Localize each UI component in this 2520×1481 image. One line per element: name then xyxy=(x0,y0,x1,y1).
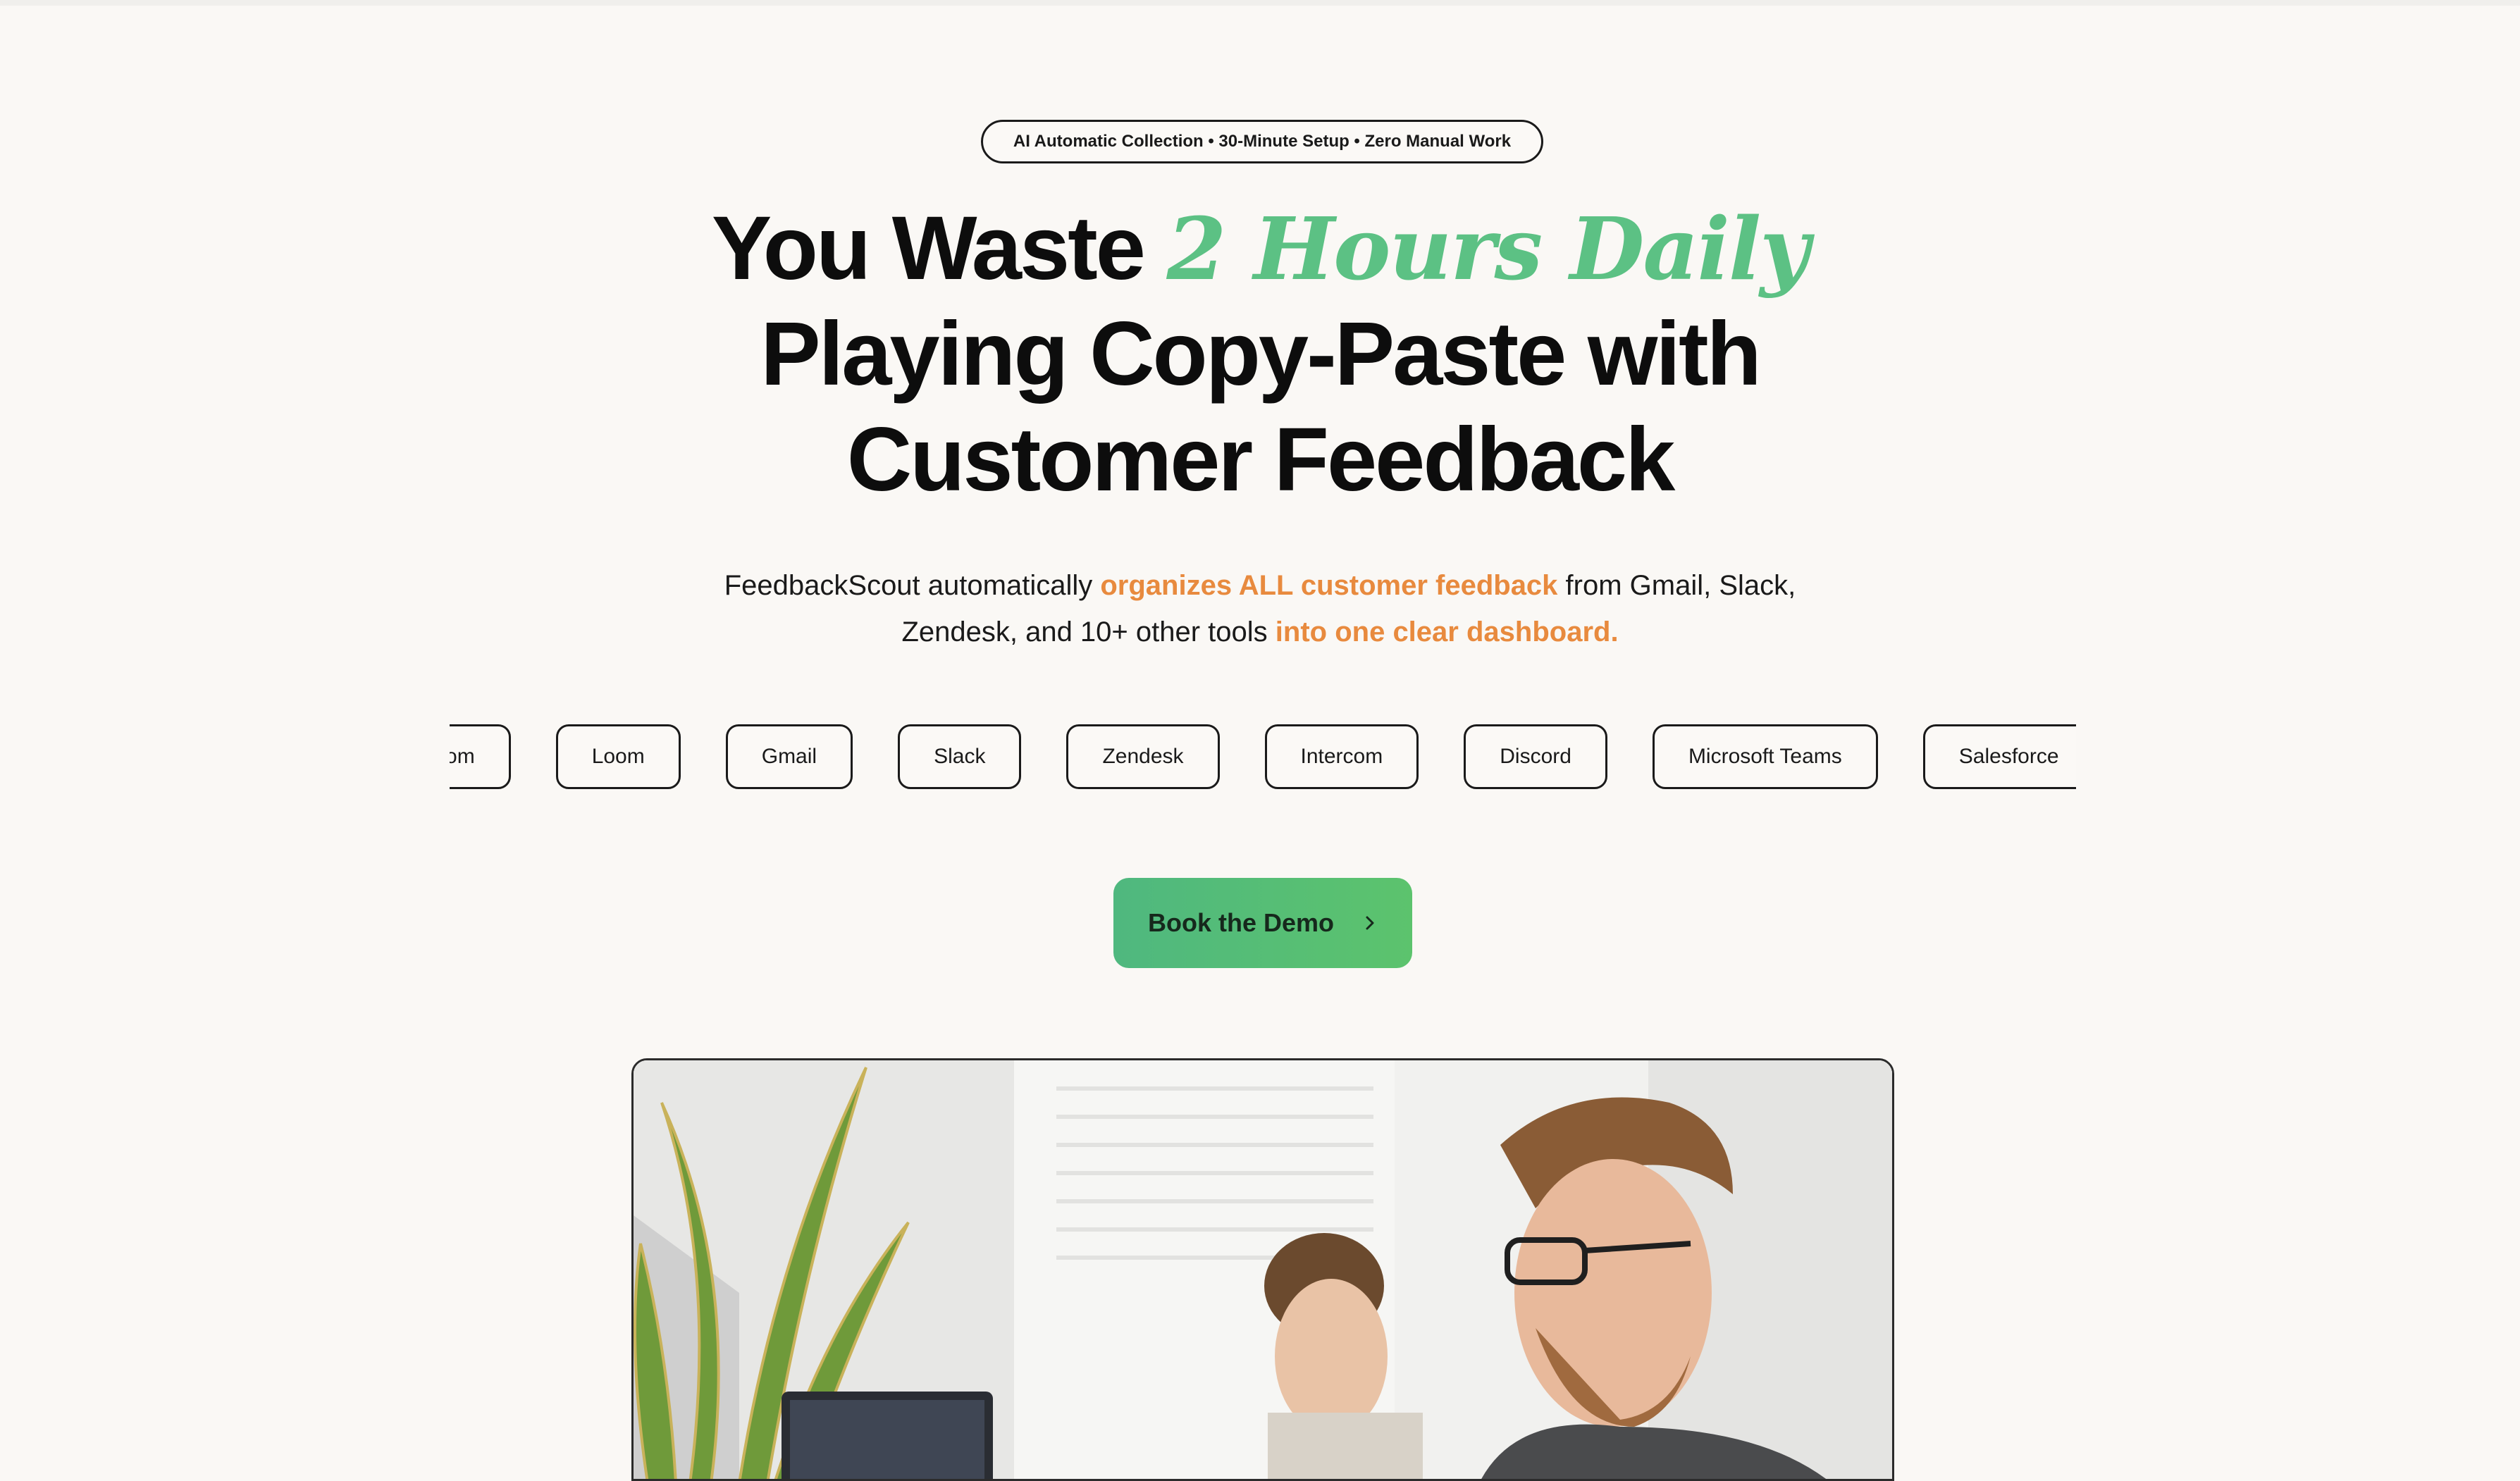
tool-chip-microsoft-teams[interactable]: Microsoft Teams xyxy=(1652,724,1878,789)
chevron-right-icon xyxy=(1362,915,1378,931)
subtitle-highlight-1: organizes ALL customer feedback xyxy=(1100,570,1558,601)
headline-line3: Customer Feedback xyxy=(846,409,1675,510)
subtitle-highlight-2: into one clear dashboard. xyxy=(1275,616,1619,647)
tool-chip-discord[interactable]: Discord xyxy=(1464,724,1607,789)
headline-accent: 2 Hours Daily xyxy=(1166,198,1810,299)
headline-line2: Playing Copy-Paste with xyxy=(760,304,1761,404)
hero-photo xyxy=(631,1058,1894,1481)
integrations-track: Zoom Loom Gmail Slack Zendesk Intercom D… xyxy=(450,724,2076,789)
tool-chip-intercom[interactable]: Intercom xyxy=(1264,724,1419,789)
tool-chip-loom[interactable]: Loom xyxy=(555,724,681,789)
book-demo-button[interactable]: Book the Demo xyxy=(1113,878,1412,968)
book-demo-label: Book the Demo xyxy=(1147,908,1335,937)
tool-chip-zoom[interactable]: Zoom xyxy=(450,724,511,789)
hero-section: AI Automatic Collection • 30-Minute Setu… xyxy=(0,0,2520,1481)
integrations-marquee: Zoom Loom Gmail Slack Zendesk Intercom D… xyxy=(450,721,2076,789)
headline-line1: You Waste 2 Hours Daily xyxy=(711,198,1810,299)
tool-chip-salesforce[interactable]: Salesforce xyxy=(1922,724,2076,789)
office-photo-illustration xyxy=(634,1060,1892,1479)
hero-subtitle: FeedbackScout automatically organizes AL… xyxy=(724,570,1796,647)
feature-badge: AI Automatic Collection • 30-Minute Setu… xyxy=(981,120,1543,163)
tool-chip-slack[interactable]: Slack xyxy=(898,724,1022,789)
tool-chip-zendesk[interactable]: Zendesk xyxy=(1066,724,1220,789)
tool-chip-gmail[interactable]: Gmail xyxy=(725,724,853,789)
hero-headline: You Waste 2 Hours Daily Playing Copy-Pas… xyxy=(564,196,1956,513)
